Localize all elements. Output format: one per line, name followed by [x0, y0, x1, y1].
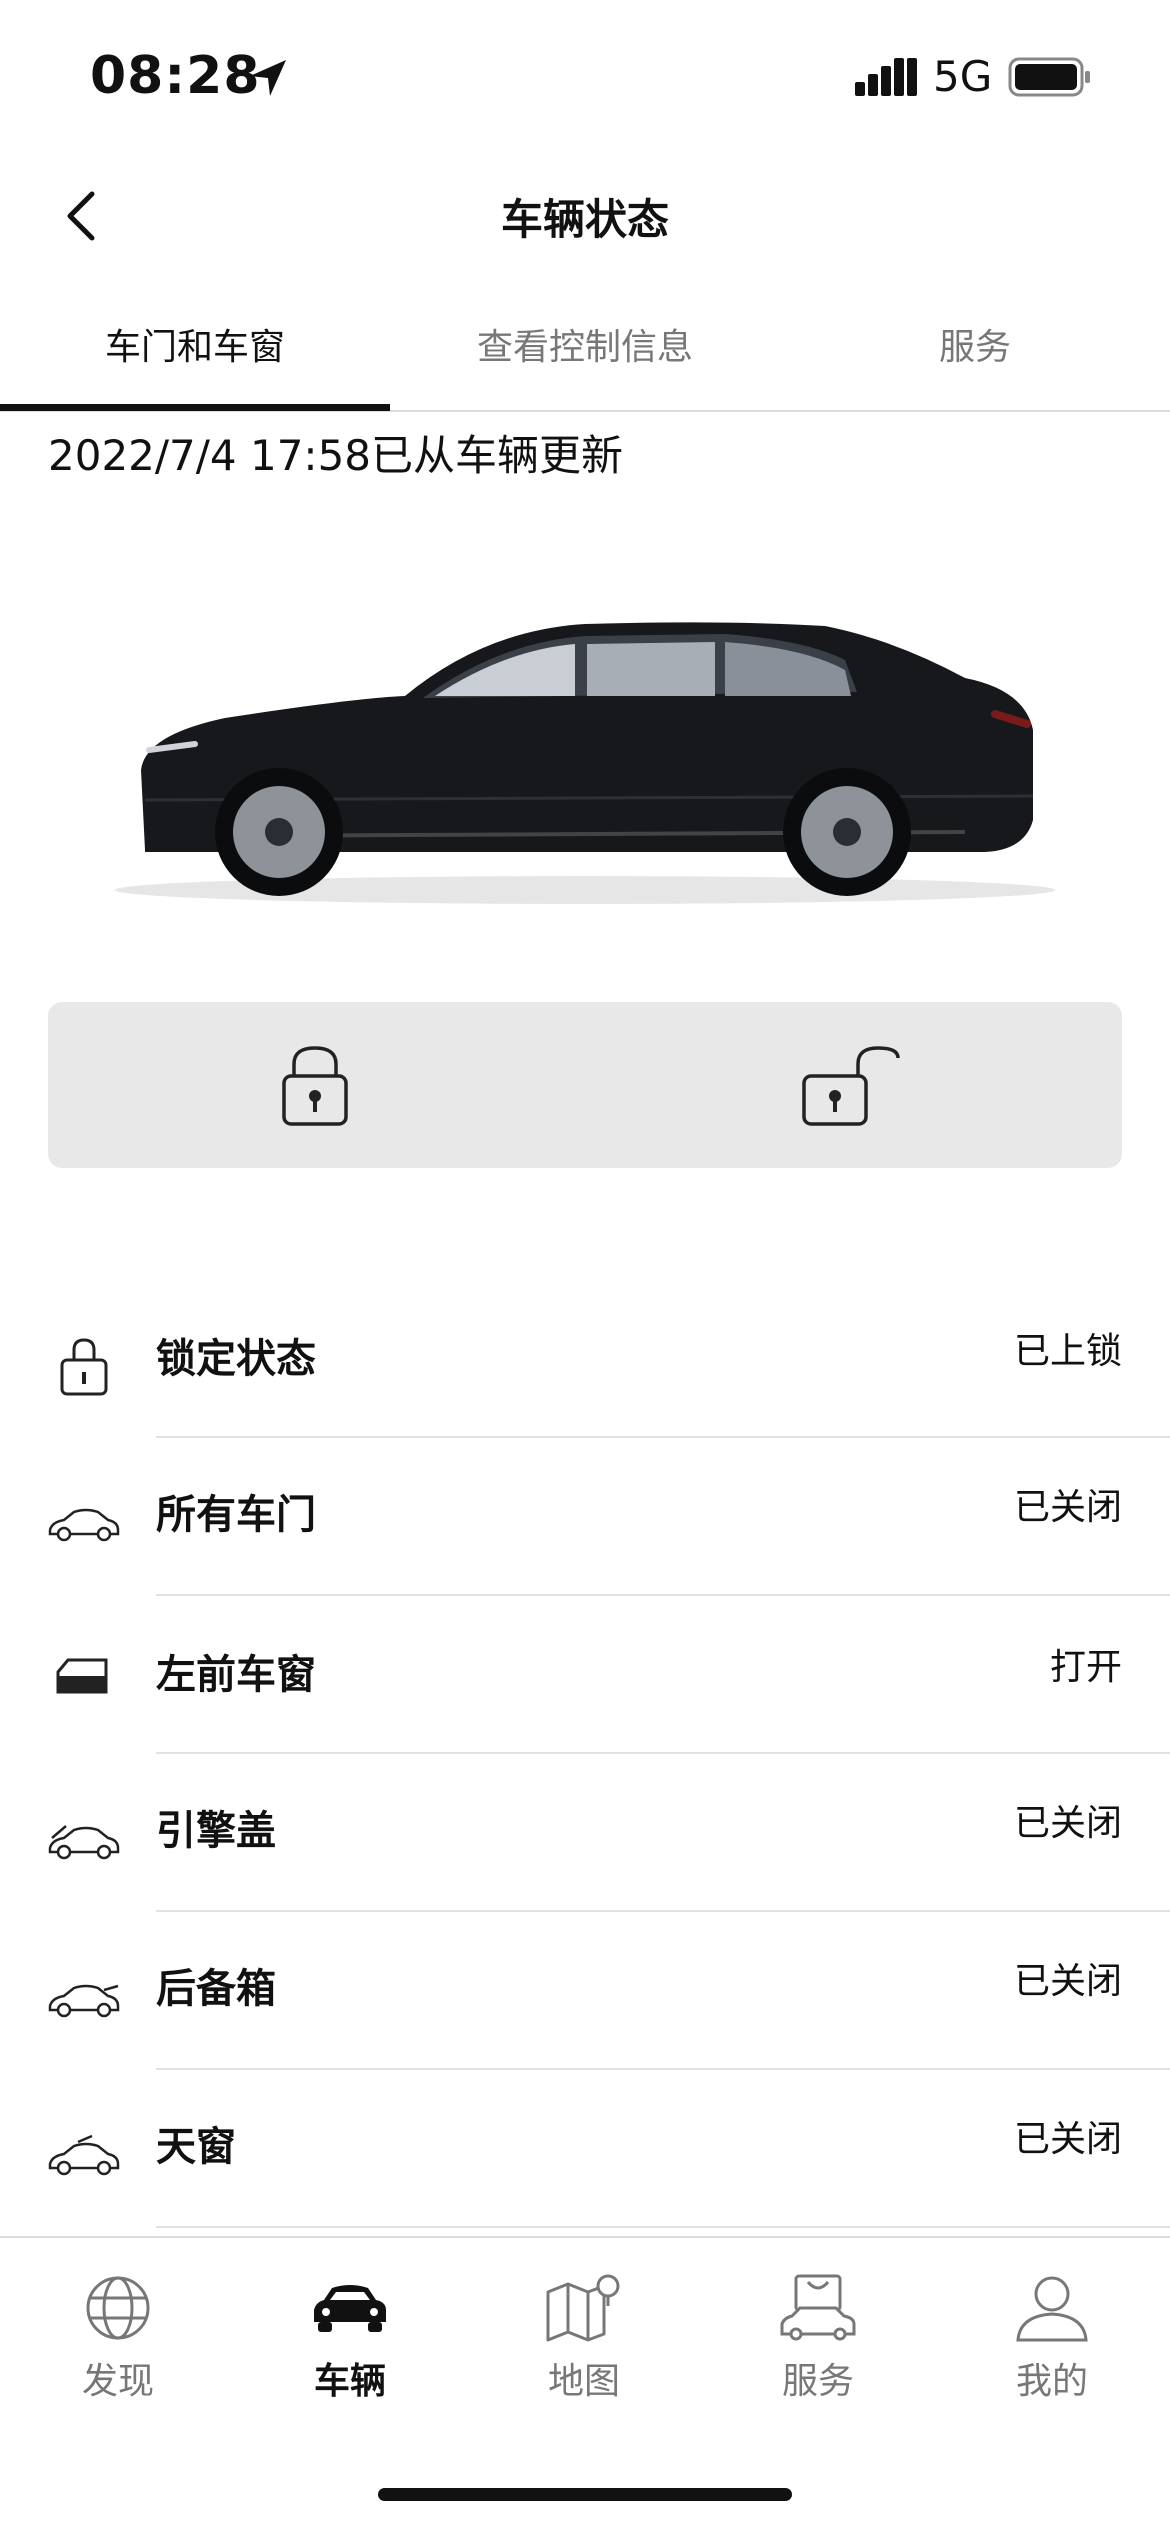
hood-icon — [48, 1825, 120, 1860]
trunk-icon — [48, 1984, 120, 2018]
row-divider — [156, 2226, 1170, 2228]
sunroof-icon — [48, 2134, 120, 2176]
nav-label: 服务 — [781, 2361, 854, 2402]
unlock-button-icon[interactable] — [800, 1044, 904, 1128]
tab-doors-windows[interactable]: 车门和车窗 — [0, 318, 390, 370]
status-value: 已上锁 — [1013, 1331, 1122, 1372]
car-image — [115, 622, 1055, 904]
status-time: 08:28 — [90, 46, 261, 106]
lock-control-panel — [48, 1002, 1122, 1168]
nav-vehicle[interactable]: 车辆 — [270, 2272, 430, 2404]
nav-label: 地图 — [547, 2361, 620, 2402]
globe-icon — [86, 2276, 150, 2340]
status-value: 打开 — [1049, 1647, 1122, 1688]
status-row-doors: 所有车门 已关闭 — [0, 1438, 1170, 1596]
status-label: 锁定状态 — [156, 1336, 316, 1382]
tab-service[interactable]: 服务 — [780, 318, 1170, 370]
nav-profile[interactable]: 我的 — [972, 2272, 1132, 2404]
nav-label: 发现 — [81, 2361, 154, 2402]
car-icon — [314, 2285, 386, 2332]
map-icon — [546, 2274, 620, 2342]
car-doors-icon — [48, 1508, 120, 1542]
tab-control-info[interactable]: 查看控制信息 — [390, 318, 780, 370]
status-label: 左前车窗 — [156, 1652, 316, 1698]
profile-icon — [1016, 2276, 1088, 2342]
status-label: 引擎盖 — [156, 1808, 276, 1854]
network-type: 5G — [933, 52, 993, 101]
lock-button-icon[interactable] — [280, 1044, 350, 1128]
status-label: 天窗 — [156, 2124, 236, 2170]
nav-label: 车辆 — [313, 2361, 386, 2402]
status-row-hood: 引擎盖 已关闭 — [0, 1754, 1170, 1912]
lock-icon — [60, 1338, 108, 1396]
service-icon — [780, 2274, 856, 2341]
page-title: 车辆状态 — [500, 195, 669, 244]
home-indicator[interactable] — [378, 2488, 792, 2501]
nav-service[interactable]: 服务 — [738, 2272, 898, 2404]
status-value: 已关闭 — [1013, 2119, 1122, 2160]
status-row-sunroof: 天窗 已关闭 — [0, 2070, 1170, 2228]
status-value: 已关闭 — [1013, 1961, 1122, 2002]
status-value: 已关闭 — [1013, 1803, 1122, 1844]
tab-active-indicator — [0, 404, 390, 411]
nav-label: 我的 — [1015, 2361, 1088, 2402]
window-icon — [56, 1658, 108, 1694]
update-timestamp: 2022/7/4 17:58已从车辆更新 — [48, 431, 624, 480]
status-value: 已关闭 — [1013, 1487, 1122, 1528]
status-label: 所有车门 — [156, 1492, 316, 1538]
battery-icon — [1008, 57, 1090, 97]
nav-discover[interactable]: 发现 — [38, 2272, 198, 2404]
signal-icon — [855, 58, 917, 96]
nav-map[interactable]: 地图 — [504, 2272, 664, 2404]
status-row-lock: 锁定状态 已上锁 — [0, 1280, 1170, 1438]
status-row-window: 左前车窗 打开 — [0, 1596, 1170, 1754]
location-arrow-icon — [250, 60, 286, 96]
status-label: 后备箱 — [156, 1966, 276, 2012]
status-row-trunk: 后备箱 已关闭 — [0, 1912, 1170, 2070]
